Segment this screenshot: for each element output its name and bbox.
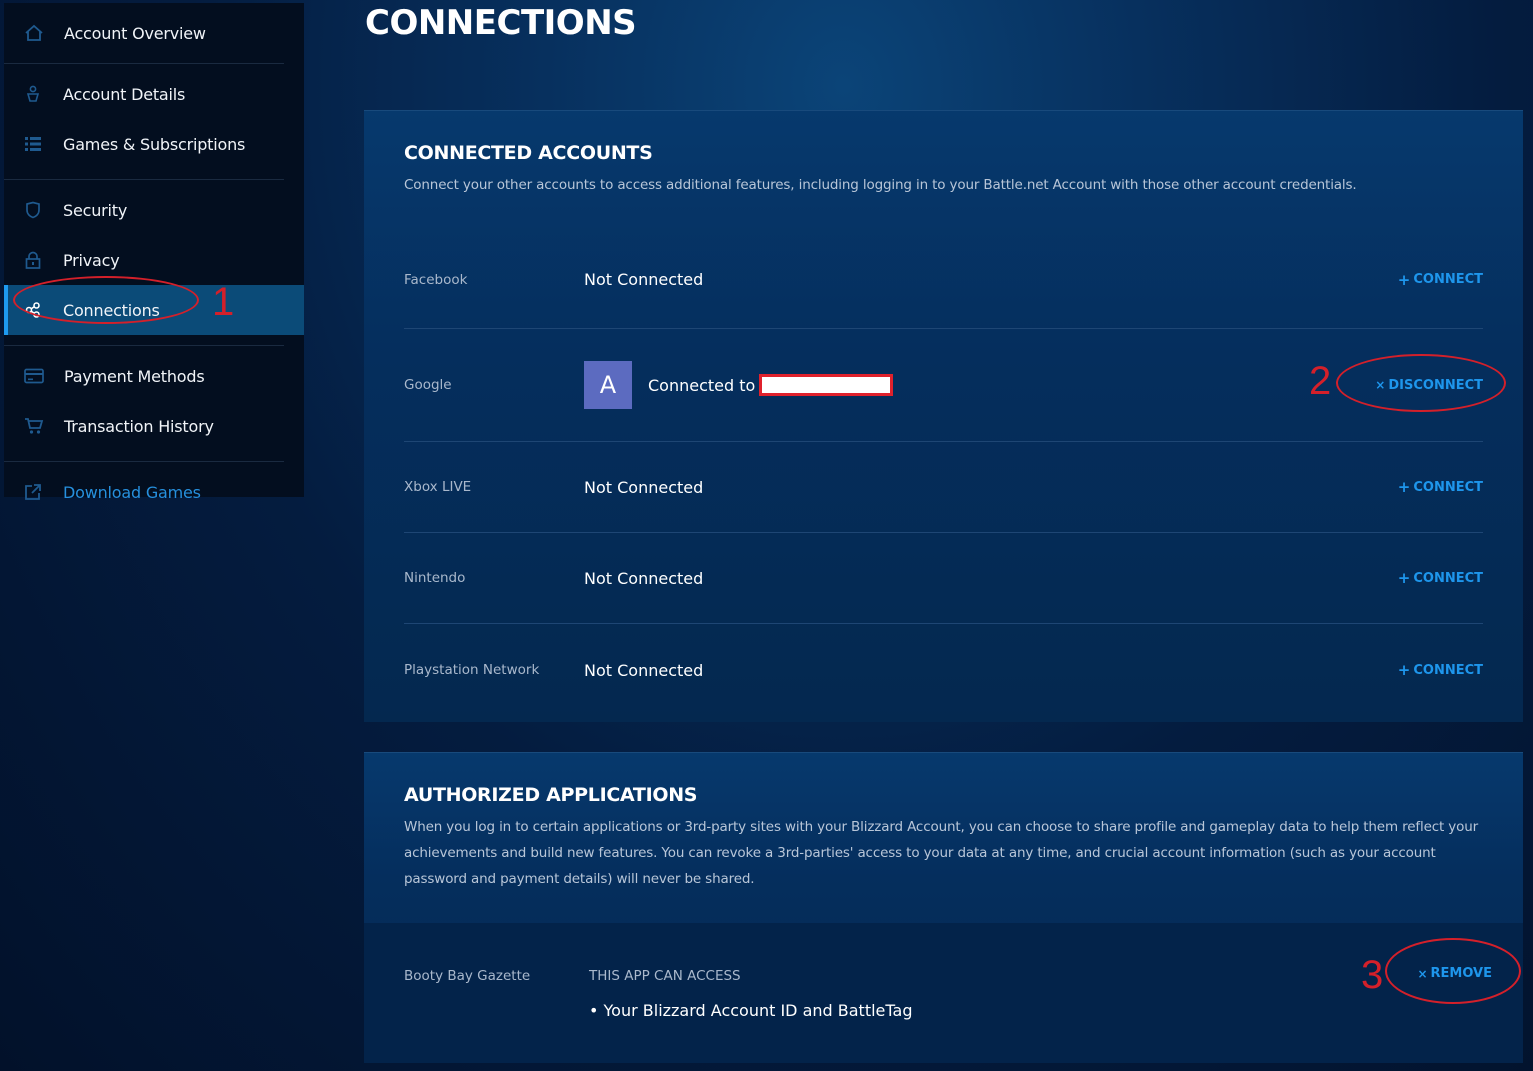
connect-xbox-button[interactable]: + CONNECT: [1398, 478, 1483, 496]
action-label: DISCONNECT: [1388, 377, 1483, 393]
sidebar-item-security[interactable]: Security: [4, 185, 284, 235]
access-item: • Your Blizzard Account ID and BattleTag: [589, 1001, 913, 1020]
page-title: CONNECTIONS: [365, 3, 637, 43]
connection-status: Not Connected: [584, 568, 704, 588]
action-label: CONNECT: [1413, 479, 1483, 495]
action-label: CONNECT: [1413, 272, 1483, 287]
connection-row-google: Google A Connected to × DISCONNECT: [404, 329, 1483, 442]
connection-row-facebook: Facebook Not Connected + CONNECT: [404, 231, 1483, 329]
app-row-booty-bay-gazette: Booty Bay Gazette THIS APP CAN ACCESS • …: [364, 923, 1523, 1063]
authorized-apps-description: When you log in to certain applications …: [404, 819, 1479, 887]
lock-icon: [22, 249, 44, 271]
service-name: Google: [404, 377, 452, 393]
connect-playstation-button[interactable]: + CONNECT: [1398, 661, 1483, 679]
action-label: REMOVE: [1430, 966, 1492, 981]
sidebar-item-label: Transaction History: [64, 416, 214, 436]
sidebar-item-label: Connections: [63, 300, 160, 320]
sidebar-item-connections[interactable]: Connections: [4, 285, 304, 335]
connection-status: A Connected to: [584, 361, 1375, 409]
connection-row-playstation: Playstation Network Not Connected + CONN…: [404, 624, 1483, 716]
disconnect-google-button[interactable]: × DISCONNECT: [1375, 378, 1483, 393]
service-name: Facebook: [404, 271, 468, 288]
connections-list: Facebook Not Connected + CONNECT Google …: [364, 231, 1523, 716]
close-icon: ×: [1375, 378, 1386, 392]
nav-group-security: Security Privacy Connections: [4, 185, 304, 346]
sidebar-item-payment-methods[interactable]: Payment Methods: [4, 351, 284, 401]
connected-to-label: Connected to: [648, 375, 756, 395]
connection-status: Not Connected: [584, 270, 704, 289]
authorized-apps-title: AUTHORIZED APPLICATIONS: [404, 784, 698, 806]
connected-accounts-description: Connect your other accounts to access ad…: [404, 177, 1357, 193]
nav-group-account: Account Details Games & Subscriptions: [4, 69, 284, 180]
sidebar-item-account-details[interactable]: Account Details: [4, 69, 284, 119]
access-label: THIS APP CAN ACCESS: [589, 968, 741, 984]
sidebar-item-label: Account Details: [63, 84, 186, 104]
home-icon: [23, 22, 45, 44]
connection-status: Not Connected: [584, 660, 704, 680]
avatar: A: [584, 361, 632, 409]
service-name: Playstation Network: [404, 662, 540, 678]
connected-accounts-title: CONNECTED ACCOUNTS: [404, 142, 653, 164]
sidebar: Account Overview Account Details Games &…: [4, 3, 304, 502]
connection-status: Not Connected: [584, 477, 704, 497]
nav-group-downloads: Download Games: [4, 467, 284, 517]
cart-icon: [23, 415, 45, 437]
action-label: CONNECT: [1413, 570, 1483, 586]
plus-icon: +: [1397, 569, 1411, 587]
connection-row-nintendo: Nintendo Not Connected + CONNECT: [404, 533, 1483, 624]
sidebar-item-download-games[interactable]: Download Games: [4, 467, 284, 517]
authorized-apps-header: AUTHORIZED APPLICATIONS When you log in …: [364, 753, 1523, 923]
connected-accounts-header: CONNECTED ACCOUNTS Connect your other ac…: [364, 111, 1523, 231]
service-name: Nintendo: [404, 570, 466, 586]
connect-nintendo-button[interactable]: + CONNECT: [1398, 569, 1483, 587]
credit-card-icon: [23, 365, 45, 387]
connection-row-xbox: Xbox LIVE Not Connected + CONNECT: [404, 442, 1483, 533]
authorized-apps-panel: AUTHORIZED APPLICATIONS When you log in …: [364, 752, 1523, 1063]
redacted-account-name: [759, 374, 894, 396]
service-name: Xbox LIVE: [404, 479, 472, 495]
close-icon: ×: [1417, 966, 1428, 981]
connected-accounts-panel: CONNECTED ACCOUNTS Connect your other ac…: [364, 110, 1523, 722]
user-icon: [22, 83, 44, 105]
sidebar-item-label: Privacy: [63, 250, 120, 270]
sidebar-item-privacy[interactable]: Privacy: [4, 235, 284, 285]
sidebar-item-label: Download Games: [63, 482, 201, 502]
sidebar-item-label: Payment Methods: [64, 366, 205, 386]
share-icon: [22, 299, 44, 321]
sidebar-item-label: Games & Subscriptions: [63, 134, 246, 154]
plus-icon: +: [1397, 661, 1411, 679]
external-link-icon: [22, 481, 44, 503]
remove-app-button[interactable]: × REMOVE: [1417, 966, 1492, 981]
action-label: CONNECT: [1413, 662, 1483, 678]
sidebar-item-label: Security: [63, 200, 128, 220]
plus-icon: +: [1397, 270, 1411, 289]
sidebar-item-label: Account Overview: [64, 23, 206, 43]
list-icon: [22, 133, 44, 155]
connect-facebook-button[interactable]: + CONNECT: [1398, 271, 1483, 289]
app-name: Booty Bay Gazette: [404, 968, 531, 984]
nav-group-payments: Payment Methods Transaction History: [4, 351, 284, 462]
shield-icon: [22, 199, 44, 221]
sidebar-item-account-overview[interactable]: Account Overview: [4, 8, 284, 58]
plus-icon: +: [1397, 478, 1411, 496]
sidebar-item-transaction-history[interactable]: Transaction History: [4, 401, 284, 451]
sidebar-item-games-subscriptions[interactable]: Games & Subscriptions: [4, 119, 284, 169]
nav-group-overview: Account Overview: [4, 8, 284, 64]
